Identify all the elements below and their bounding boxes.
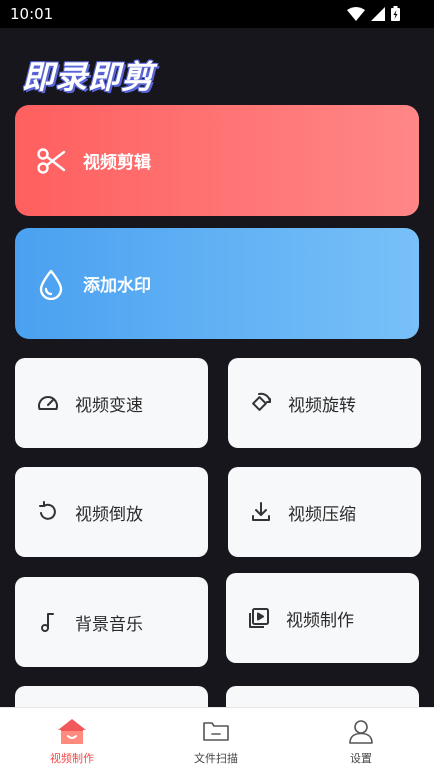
add-watermark-card[interactable]: 添加水印 xyxy=(15,228,419,339)
video-edit-label: 视频剪辑 xyxy=(83,153,151,173)
tool-compress[interactable]: 视频压缩 xyxy=(228,467,421,557)
wifi-icon xyxy=(347,6,365,25)
tool-label: 视频压缩 xyxy=(288,504,356,525)
tool-label: 视频旋转 xyxy=(288,395,356,416)
status-bar: 10:01 xyxy=(0,0,434,28)
nav-video-production[interactable]: 视频制作 xyxy=(12,716,132,766)
speedometer-icon xyxy=(35,390,61,416)
music-note-icon xyxy=(35,609,61,635)
add-watermark-label: 添加水印 xyxy=(83,276,151,296)
signal-icon xyxy=(371,6,385,25)
status-icons xyxy=(347,6,400,25)
tool-label: 背景音乐 xyxy=(75,614,143,635)
tool-label: 视频倒放 xyxy=(75,504,143,525)
tool-background-music[interactable]: 背景音乐 xyxy=(15,577,208,667)
water-drop-icon xyxy=(35,268,67,300)
reverse-icon xyxy=(35,499,61,525)
tool-video-production[interactable]: 视频制作 xyxy=(226,573,419,663)
app-title: 即录即剪 xyxy=(22,58,155,96)
tool-rotate[interactable]: 视频旋转 xyxy=(228,358,421,448)
home-icon xyxy=(57,716,87,746)
nav-file-scan[interactable]: 文件扫描 xyxy=(156,716,276,766)
nav-label: 设置 xyxy=(350,752,372,765)
nav-settings[interactable]: 设置 xyxy=(301,716,421,766)
bottom-nav: 视频制作 文件扫描 设置 xyxy=(0,707,434,772)
tool-label: 视频变速 xyxy=(75,395,143,416)
status-time: 10:01 xyxy=(10,5,54,23)
nav-label: 视频制作 xyxy=(50,752,94,765)
video-library-icon xyxy=(246,605,272,631)
rotate-icon xyxy=(248,390,274,416)
scissors-icon xyxy=(35,145,67,177)
user-icon xyxy=(346,716,376,746)
folder-icon xyxy=(201,716,231,746)
battery-icon xyxy=(391,6,400,25)
nav-label: 文件扫描 xyxy=(194,752,238,765)
video-edit-card[interactable]: 视频剪辑 xyxy=(15,105,419,216)
tool-label: 视频制作 xyxy=(286,610,354,631)
tool-speed-change[interactable]: 视频变速 xyxy=(15,358,208,448)
download-icon xyxy=(248,499,274,525)
tool-reverse[interactable]: 视频倒放 xyxy=(15,467,208,557)
